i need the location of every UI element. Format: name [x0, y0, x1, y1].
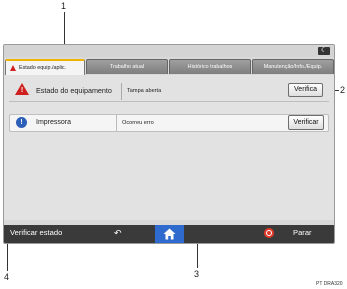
tab-current-job[interactable]: Trabalho atual: [86, 59, 168, 74]
stop-label[interactable]: Parar: [293, 228, 312, 237]
verify-equipment-button[interactable]: Verifica: [288, 83, 323, 97]
printer-label: Impressora: [36, 119, 72, 126]
equipment-status-label: Estado do equipamento: [36, 86, 112, 95]
tab-maintenance[interactable]: Manutenção/Info./Equip.: [252, 59, 334, 74]
device-panel: ☾ Estado equip./aplic. Trabalho atual Hi…: [3, 44, 335, 244]
info-icon: !: [16, 117, 27, 128]
callout-2: 2: [340, 85, 346, 95]
tab-job-history[interactable]: Histórico trabalhos: [169, 59, 251, 74]
stop-icon[interactable]: [264, 228, 274, 238]
equipment-status-row: ! Estado do equipamento Tampa aberta Ver…: [9, 79, 327, 100]
tab-label: Manutenção/Info./Equip.: [263, 64, 323, 70]
figure-credit: PT DRA320: [316, 281, 343, 287]
warning-icon: [10, 64, 16, 71]
back-icon[interactable]: ↶: [114, 228, 122, 238]
divider: [9, 101, 329, 102]
tab-label: Trabalho atual: [109, 64, 145, 70]
bottom-bar: Verificar estado ↶ Parar: [4, 225, 334, 243]
verify-printer-button[interactable]: Verificar: [288, 115, 324, 130]
home-icon: [163, 228, 176, 240]
tab-label: Histórico trabalhos: [187, 64, 233, 70]
moon-icon[interactable]: ☾: [318, 47, 330, 55]
top-strip: ☾: [4, 45, 334, 57]
screen-title: Verificar estado: [10, 228, 63, 237]
equipment-status-text: Tampa aberta: [121, 83, 161, 100]
callout-3: 3: [194, 269, 200, 279]
tab-equipment-status[interactable]: Estado equip./aplic.: [5, 59, 85, 75]
callout-4: 4: [4, 272, 10, 282]
printer-status-row: ! Impressora Ocorreu erro Verificar: [9, 114, 329, 132]
callout-1: 1: [61, 1, 67, 11]
tab-bar: Estado equip./aplic. Trabalho atual Hist…: [4, 59, 334, 75]
status-content: ! Estado do equipamento Tampa aberta Ver…: [4, 75, 334, 220]
tab-label: Estado equip./aplic.: [19, 65, 67, 71]
home-button[interactable]: [155, 225, 184, 243]
printer-status-text: Ocorreu erro: [116, 115, 154, 131]
